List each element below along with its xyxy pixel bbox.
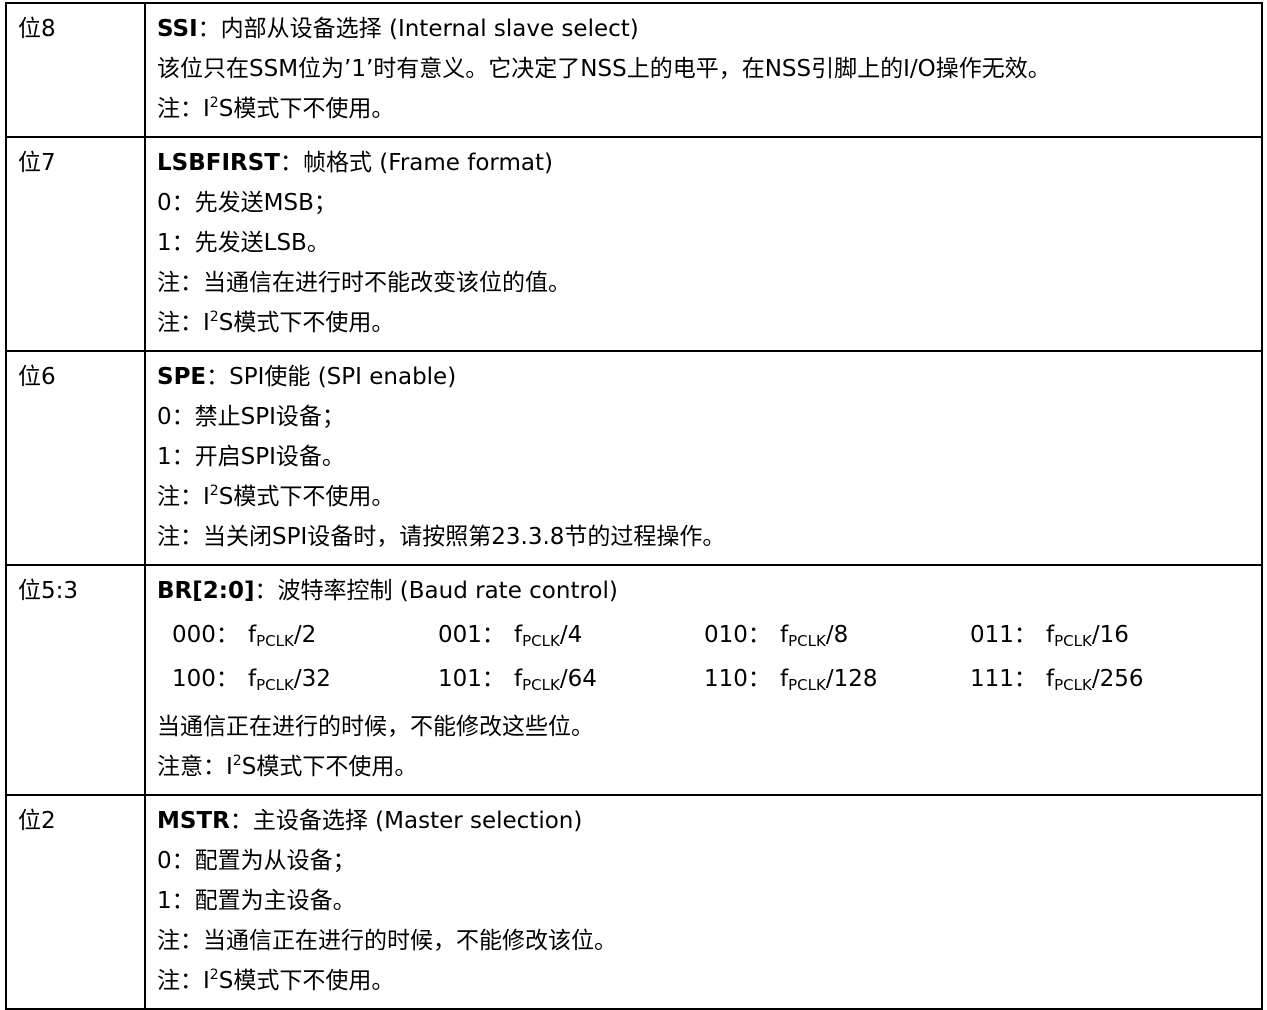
description-line: 该位只在SSM位为’1’时有意义。它决定了NSS上的电平，在NSS引脚上的I/O… xyxy=(157,56,1051,82)
field-title-text: ：帧格式 (Frame format) xyxy=(280,150,553,176)
field-title: BR[2:0]：波特率控制 (Baud rate control) xyxy=(157,578,1261,618)
field-name: SSI xyxy=(157,16,198,42)
field-name: LSBFIRST xyxy=(157,150,280,176)
table-row: 位6 SPE：SPI使能 (SPI enable) 0：禁止SPI设备； 1：开… xyxy=(5,350,1263,566)
bit-description: BR[2:0]：波特率控制 (Baud rate control) 000： fP… xyxy=(144,564,1263,796)
table-row: 位8 SSI：内部从设备选择 (Internal slave select) 该… xyxy=(5,2,1263,138)
baud-rate-grid: 000： fPCLK/2 001： fPCLK/4 010： fPCLK/8 011：… xyxy=(157,622,1261,710)
description-line: 当通信正在进行的时候，不能修改这些位。 xyxy=(157,714,594,740)
baud-rate-option: 110： fPCLK/128 xyxy=(704,666,878,694)
table-row: 位7 LSBFIRST：帧格式 (Frame format) 0：先发送MSB；… xyxy=(5,136,1263,352)
description-line: 0：先发送MSB； xyxy=(157,190,337,216)
note-line: 注：当关闭SPI设备时，请按照第23.3.8节的过程操作。 xyxy=(157,524,726,550)
field-title-text: ：主设备选择 (Master selection) xyxy=(229,808,583,834)
bit-description: MSTR：主设备选择 (Master selection) 0：配置为从设备； … xyxy=(144,794,1263,1010)
note-line: 注意：I2S模式下不使用。 xyxy=(157,753,418,780)
field-title: SPE：SPI使能 (SPI enable) xyxy=(157,364,1261,404)
baud-rate-option: 101： fPCLK/64 xyxy=(438,666,597,694)
bit-description: SPE：SPI使能 (SPI enable) 0：禁止SPI设备； 1：开启SP… xyxy=(144,350,1263,566)
bit-description: SSI：内部从设备选择 (Internal slave select) 该位只在… xyxy=(144,2,1263,138)
field-title-text: ：SPI使能 (SPI enable) xyxy=(206,364,457,390)
field-name: SPE xyxy=(157,364,207,390)
description-line: 1：开启SPI设备。 xyxy=(157,444,345,470)
field-title: MSTR：主设备选择 (Master selection) xyxy=(157,808,1261,848)
note-line: 注：I2S模式下不使用。 xyxy=(157,967,395,994)
description-line: 1：先发送LSB。 xyxy=(157,230,330,256)
baud-rate-option: 001： fPCLK/4 xyxy=(438,622,583,650)
note-line: 注：当通信在进行时不能改变该位的值。 xyxy=(157,270,571,296)
field-title: SSI：内部从设备选择 (Internal slave select) xyxy=(157,16,1261,56)
note-line: 注：当通信正在进行的时候，不能修改该位。 xyxy=(157,928,617,954)
baud-rate-option: 011： fPCLK/16 xyxy=(970,622,1129,650)
baud-rate-option: 000： fPCLK/2 xyxy=(172,622,317,650)
description-line: 0：配置为从设备； xyxy=(157,848,356,874)
bit-position: 位5:3 xyxy=(5,564,146,796)
note-line: 注：I2S模式下不使用。 xyxy=(157,309,395,336)
description-line: 0：禁止SPI设备； xyxy=(157,404,345,430)
baud-rate-option: 100： fPCLK/32 xyxy=(172,666,331,694)
register-description-table: 位8 SSI：内部从设备选择 (Internal slave select) 该… xyxy=(5,2,1263,1010)
bit-position: 位6 xyxy=(5,350,146,566)
bit-description: LSBFIRST：帧格式 (Frame format) 0：先发送MSB； 1：… xyxy=(144,136,1263,352)
description-line: 1：配置为主设备。 xyxy=(157,888,356,914)
field-title-text: ：波特率控制 (Baud rate control) xyxy=(254,578,618,604)
field-name: MSTR xyxy=(157,808,230,834)
bit-position: 位7 xyxy=(5,136,146,352)
bit-position: 位8 xyxy=(5,2,146,138)
note-line: 注：I2S模式下不使用。 xyxy=(157,483,395,510)
table-row: 位5:3 BR[2:0]：波特率控制 (Baud rate control) 0… xyxy=(5,564,1263,796)
field-title-text: ：内部从设备选择 (Internal slave select) xyxy=(197,16,639,42)
field-title: LSBFIRST：帧格式 (Frame format) xyxy=(157,150,1261,190)
baud-rate-option: 111： fPCLK/256 xyxy=(970,666,1144,694)
note-line: 注：I2S模式下不使用。 xyxy=(157,95,395,122)
bit-position: 位2 xyxy=(5,794,146,1010)
baud-rate-option: 010： fPCLK/8 xyxy=(704,622,849,650)
field-name: BR[2:0] xyxy=(157,578,255,604)
table-row: 位2 MSTR：主设备选择 (Master selection) 0：配置为从设… xyxy=(5,794,1263,1010)
